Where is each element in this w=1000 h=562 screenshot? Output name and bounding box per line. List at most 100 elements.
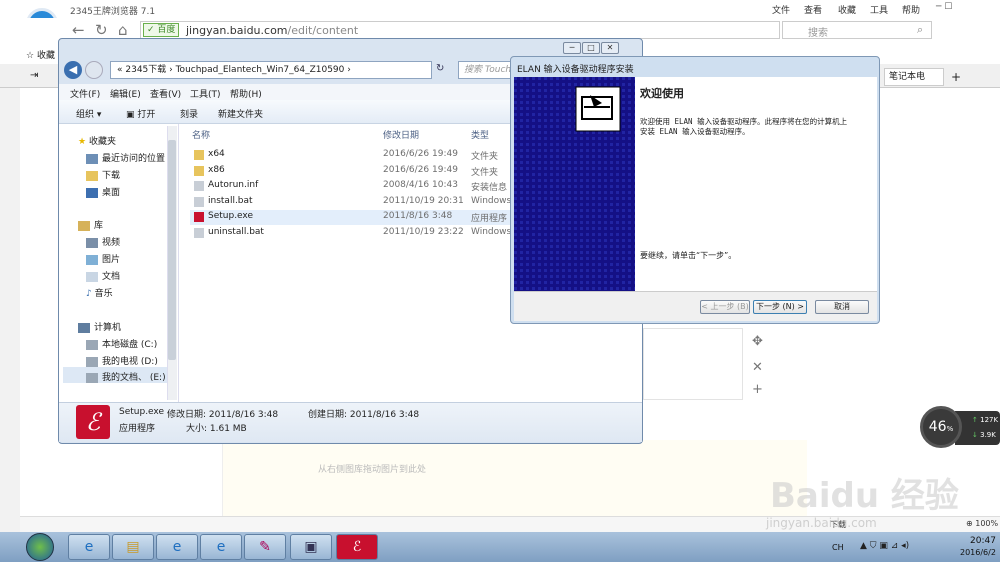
open-icon: ▣ bbox=[126, 110, 135, 120]
explorer-window-controls[interactable]: ─ □ ✕ bbox=[562, 42, 619, 54]
file-date: 2011/10/19 20:31 bbox=[383, 196, 464, 206]
favorites-label: 收藏 bbox=[36, 51, 55, 61]
start-button-icon[interactable] bbox=[26, 533, 54, 561]
tab-back-icon[interactable]: ⇥ bbox=[30, 70, 38, 81]
refresh-icon[interactable]: ↻ bbox=[95, 21, 108, 39]
downloads-icon bbox=[86, 170, 98, 181]
menu-tools[interactable]: 工具 bbox=[870, 3, 888, 16]
column-name[interactable]: 名称 bbox=[192, 128, 210, 141]
taskbar-browser-icon[interactable]: e bbox=[156, 534, 198, 560]
file-name[interactable]: install.bat bbox=[208, 196, 253, 206]
file-name[interactable]: Autorun.inf bbox=[208, 180, 258, 190]
nav-videos[interactable]: 视频 bbox=[86, 235, 120, 248]
clock-time[interactable]: 20:47 bbox=[970, 536, 996, 546]
nav-drive-d[interactable]: 我的电视 (D:) bbox=[86, 354, 158, 367]
taskbar-browser2-icon[interactable]: e bbox=[200, 534, 242, 560]
minimize-icon[interactable]: ─ bbox=[563, 42, 581, 54]
next-button[interactable]: 下一步 (N) > bbox=[753, 300, 807, 314]
menu-file[interactable]: 文件 bbox=[772, 3, 790, 16]
nav-music-label: 音乐 bbox=[94, 289, 113, 299]
url-path: /edit/content bbox=[287, 24, 359, 37]
explorer-breadcrumb[interactable]: « 2345下载 › Touchpad_Elantech_Win7_64_Z10… bbox=[110, 61, 432, 79]
nav-library[interactable]: 库 bbox=[78, 218, 103, 231]
browser-search-input[interactable] bbox=[782, 21, 932, 39]
address-url[interactable]: jingyan.baidu.com/edit/content bbox=[186, 24, 358, 37]
file-date: 2016/6/26 19:49 bbox=[383, 165, 458, 175]
explorer-menu-file[interactable]: 文件(F) bbox=[70, 87, 100, 100]
add-icon[interactable]: + bbox=[752, 382, 763, 397]
tray-icons[interactable]: ▲ ⛉ ▣ ⊿ ◂) bbox=[860, 541, 909, 551]
taskbar-explorer-icon[interactable]: ▤ bbox=[112, 534, 154, 560]
nav-scrollbar-thumb[interactable] bbox=[168, 140, 176, 360]
explorer-refresh-icon[interactable]: ↻ bbox=[436, 63, 444, 74]
nav-pictures-label: 图片 bbox=[102, 255, 121, 265]
clock-date[interactable]: 2016/6/2 bbox=[960, 548, 996, 557]
taskbar-paint-icon[interactable]: ✎ bbox=[244, 534, 286, 560]
explorer-menu-tools[interactable]: 工具(T) bbox=[190, 87, 221, 100]
explorer-search-input[interactable]: 搜索 Touch bbox=[458, 61, 513, 79]
baidu-watermark: Baidu 经验 bbox=[770, 476, 959, 516]
nav-pictures[interactable]: 图片 bbox=[86, 252, 120, 265]
search-icon[interactable]: ⌕ bbox=[917, 23, 923, 37]
elan-side-banner bbox=[514, 77, 635, 291]
open-button[interactable]: ▣ 打开 bbox=[126, 107, 155, 120]
favorites-star-icon[interactable]: ☆ 收藏 bbox=[26, 48, 55, 61]
videos-icon bbox=[86, 237, 98, 248]
secure-badge: ✓ 百度 bbox=[143, 23, 180, 37]
nav-desktop[interactable]: 桌面 bbox=[86, 185, 120, 198]
explorer-menu-view[interactable]: 查看(V) bbox=[150, 87, 181, 100]
nav-favorites[interactable]: ★ 收藏夹 bbox=[78, 134, 116, 147]
taskbar-ie-icon[interactable]: e bbox=[68, 534, 110, 560]
explorer-forward-icon[interactable] bbox=[85, 61, 103, 79]
file-type: 文件夹 bbox=[471, 168, 499, 178]
file-name[interactable]: uninstall.bat bbox=[208, 227, 264, 237]
nav-recent[interactable]: 最近访问的位置 bbox=[86, 151, 165, 164]
file-type: 应用程序 bbox=[471, 214, 508, 224]
home-icon[interactable]: ⌂ bbox=[118, 21, 128, 39]
column-date[interactable]: 修改日期 bbox=[383, 128, 419, 141]
taskbar-setup-icon[interactable]: ℰ bbox=[336, 534, 378, 560]
explorer-menu-edit[interactable]: 编辑(E) bbox=[110, 87, 141, 100]
window-controls[interactable]: ─ ☐ bbox=[936, 2, 952, 12]
file-name[interactable]: Setup.exe bbox=[208, 211, 253, 221]
tab-notebook[interactable]: 笔记本电 bbox=[884, 68, 944, 86]
folder-icon bbox=[194, 166, 204, 176]
memory-percent: 46 bbox=[928, 419, 947, 435]
column-type[interactable]: 类型 bbox=[471, 128, 489, 141]
nav-drive-c[interactable]: 本地磁盘 (C:) bbox=[86, 337, 157, 350]
move-icon[interactable]: ✥ bbox=[752, 334, 763, 349]
nav-music[interactable]: ♪ 音乐 bbox=[86, 286, 113, 299]
nav-documents[interactable]: 文档 bbox=[86, 269, 120, 282]
menu-help[interactable]: 帮助 bbox=[902, 3, 920, 16]
burn-button[interactable]: 刻录 bbox=[180, 107, 198, 120]
status-zoom[interactable]: ⊕ 100% bbox=[966, 519, 998, 528]
details-created: 创建日期: 2011/8/16 3:48 bbox=[308, 410, 420, 420]
close-window-icon[interactable]: ✕ bbox=[601, 42, 619, 54]
explorer-back-icon[interactable]: ◀ bbox=[64, 61, 82, 79]
maximize-icon[interactable]: □ bbox=[582, 42, 600, 54]
menu-favorites[interactable]: 收藏 bbox=[838, 3, 856, 16]
editor-area[interactable] bbox=[222, 440, 807, 516]
ime-indicator[interactable]: CH bbox=[832, 543, 844, 552]
explorer-menu-help[interactable]: 帮助(H) bbox=[230, 87, 262, 100]
file-name[interactable]: x64 bbox=[208, 149, 225, 159]
nav-drive-e[interactable]: 我的文档、 (E:) bbox=[86, 370, 166, 383]
taskbar-media-icon[interactable]: ▣ bbox=[290, 534, 332, 560]
nav-computer[interactable]: 计算机 bbox=[78, 320, 121, 333]
documents-icon bbox=[86, 271, 98, 282]
file-name[interactable]: x86 bbox=[208, 165, 225, 175]
setup-app-icon: ℰ bbox=[76, 405, 110, 439]
back-button[interactable]: < 上一步 (B) bbox=[700, 300, 750, 314]
memory-usage-widget[interactable]: 46% bbox=[920, 406, 962, 448]
browser-name: 2345王牌浏览器 7.1 bbox=[70, 7, 156, 17]
nav-downloads[interactable]: 下载 bbox=[86, 168, 120, 181]
organize-button[interactable]: 组织 ▾ bbox=[76, 107, 101, 120]
new-tab-icon[interactable]: + bbox=[951, 70, 961, 84]
cancel-button[interactable]: 取消 bbox=[815, 300, 869, 314]
close-icon[interactable]: ✕ bbox=[752, 360, 763, 375]
elan-welcome-body: 欢迎使用 ELAN 输入设备驱动程序。此程序将在您的计算机上安装 ELAN 输入… bbox=[640, 117, 848, 136]
new-folder-button[interactable]: 新建文件夹 bbox=[218, 107, 263, 120]
back-icon[interactable]: ← bbox=[72, 21, 85, 39]
upload-speed-value: 127K bbox=[980, 416, 999, 424]
menu-view[interactable]: 查看 bbox=[804, 3, 822, 16]
